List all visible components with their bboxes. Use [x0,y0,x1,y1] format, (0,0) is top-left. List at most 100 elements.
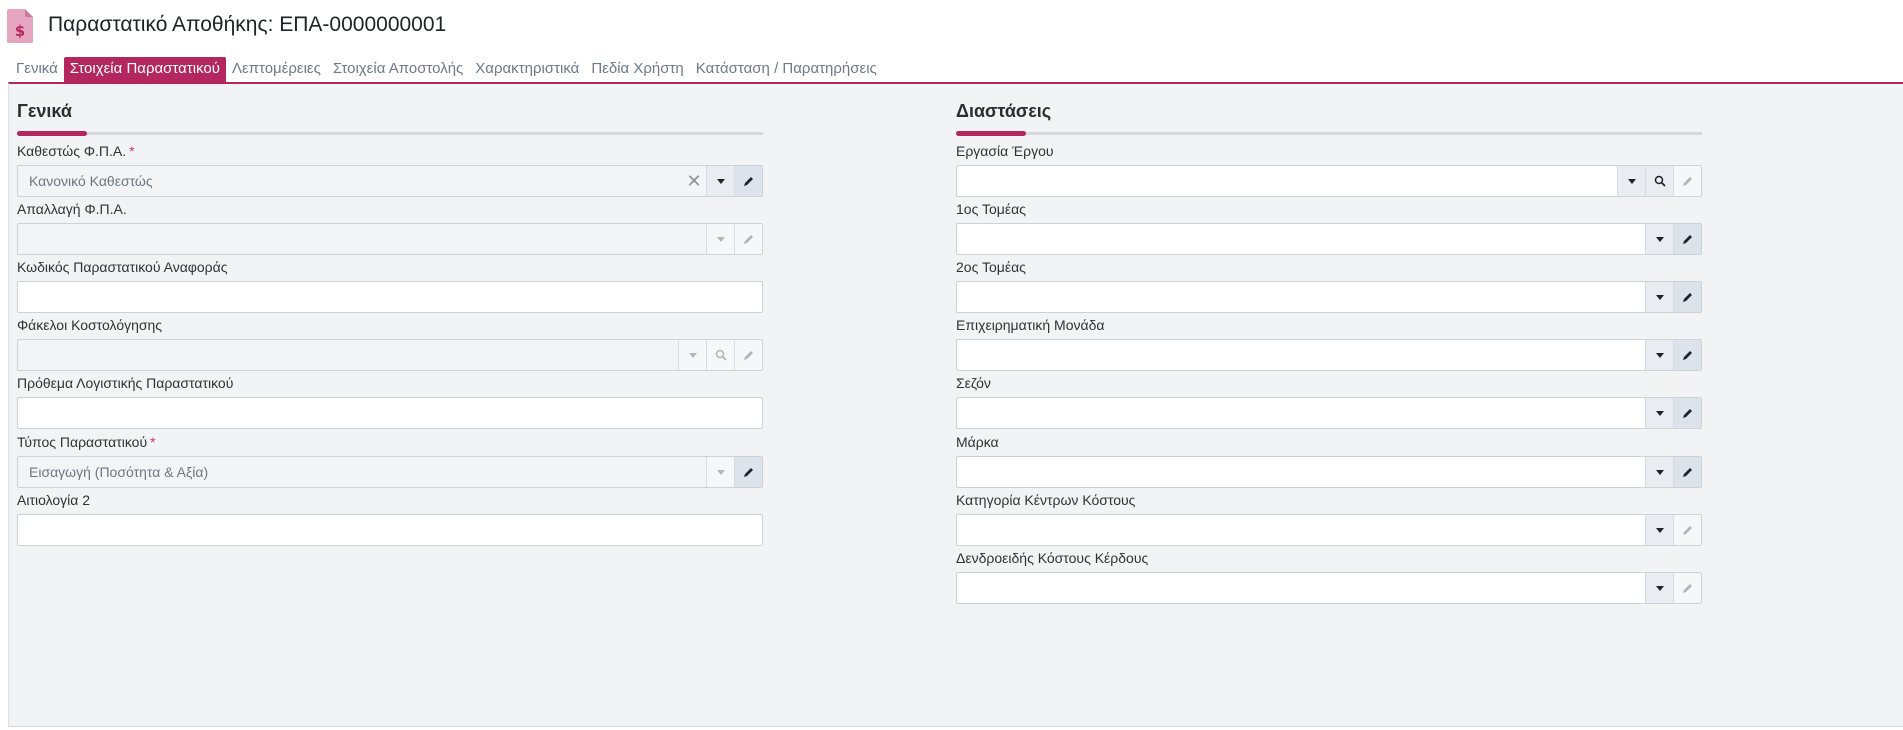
vat-exemption-select[interactable] [17,223,763,255]
form-panel: Γενικά Καθεστώς Φ.Π.Α. * Κανονικό Καθεστώ… [8,82,1903,727]
pencil-icon [743,468,753,477]
document-type-select[interactable]: Εισαγωγή (Ποσότητα & Αξία) [17,456,763,488]
dropdown-button[interactable] [706,457,734,487]
edit-button[interactable] [1673,282,1701,312]
dropdown-button[interactable] [706,166,734,196]
business-unit-field: Επιχειρηματική Μονάδα [956,317,1702,371]
project-task-select[interactable] [956,165,1702,197]
business-unit-select[interactable] [956,339,1702,371]
chevron-down-icon [1655,410,1664,416]
edit-button[interactable] [1673,166,1701,196]
chevron-down-icon [716,178,725,184]
vat-status-select[interactable]: Κανονικό Καθεστώς ✕ [17,165,763,197]
edit-button[interactable] [1673,515,1701,545]
dropdown-button[interactable] [1617,166,1645,196]
tab-general[interactable]: Γενικά [10,57,64,82]
tab-document-details[interactable]: Στοιχεία Παραστατικού [63,57,226,82]
pencil-icon [1682,177,1692,186]
edit-button[interactable] [1673,224,1701,254]
dropdown-button[interactable] [706,224,734,254]
tab-status-notes[interactable]: Κατάσταση / Παρατηρήσεις [690,57,883,82]
edit-button[interactable] [1673,398,1701,428]
dropdown-button[interactable] [1645,224,1673,254]
pencil-icon [1682,409,1692,418]
reason2-input[interactable] [17,514,763,546]
dimensions-section-title: Διαστάσεις [956,101,1052,121]
reference-code-field: Κωδικός Παραστατικού Αναφοράς [17,259,763,313]
profit-cost-tree-label: Δενδροειδής Κόστους Κέρδους [956,550,1149,566]
vat-status-value: Κανονικό Καθεστώς [29,173,153,189]
dropdown-button[interactable] [1645,573,1673,603]
document-type-label: Τύπος Παραστατικού [17,434,148,450]
page-header: $ Παραστατικό Αποθήκης: ΕΠΑ-0000000001 [0,0,1903,60]
pencil-icon [1682,584,1692,593]
dropdown-button[interactable] [1645,340,1673,370]
costing-folders-field: Φάκελοι Κοστολόγησης [17,317,763,371]
search-icon [715,349,727,361]
brand-field: Μάρκα [956,434,1702,488]
edit-button[interactable] [734,457,762,487]
pencil-icon [1682,526,1692,535]
dropdown-button[interactable] [1645,515,1673,545]
dropdown-button[interactable] [678,340,706,370]
section-divider [956,131,1702,136]
season-select[interactable] [956,397,1702,429]
chevron-down-icon [1627,178,1636,184]
edit-button[interactable] [1673,340,1701,370]
search-button[interactable] [1645,166,1673,196]
pencil-icon [1682,235,1692,244]
clear-icon[interactable]: ✕ [682,166,706,196]
chevron-down-icon [1655,585,1664,591]
sector2-field: 2ος Τομέας [956,259,1702,313]
chevron-down-icon [688,352,697,358]
reference-code-input[interactable] [17,281,763,313]
costing-folders-select[interactable] [17,339,763,371]
profit-cost-tree-select[interactable] [956,572,1702,604]
cost-center-category-select[interactable] [956,514,1702,546]
tab-bar: Γενικά Στοιχεία Παραστατικού Λεπτομέρειε… [10,57,883,82]
general-section-title: Γενικά [17,101,72,121]
vat-exemption-label: Απαλλαγή Φ.Π.Α. [17,201,127,217]
tab-shipping[interactable]: Στοιχεία Αποστολής [327,57,469,82]
pencil-icon [1682,293,1692,302]
sector2-label: 2ος Τομέας [956,259,1026,275]
page-title: Παραστατικό Αποθήκης: ΕΠΑ-0000000001 [48,13,447,36]
project-task-field: Εργασία Έργου [956,143,1702,197]
reason2-field: Αιτιολογία 2 [17,492,763,546]
tab-user-fields[interactable]: Πεδία Χρήστη [585,57,689,82]
invoice-dollar-icon: $ [7,9,33,43]
edit-button[interactable] [1673,457,1701,487]
required-marker: * [129,143,135,159]
chevron-down-icon [1655,527,1664,533]
tab-details[interactable]: Λεπτομέρειες [226,57,327,82]
brand-select[interactable] [956,456,1702,488]
season-label: Σεζόν [956,375,991,391]
edit-button[interactable] [734,224,762,254]
edit-button[interactable] [734,340,762,370]
edit-button[interactable] [734,166,762,196]
document-type-value: Εισαγωγή (Ποσότητα & Αξία) [29,464,209,480]
search-button[interactable] [706,340,734,370]
pencil-icon [1682,468,1692,477]
sector1-select[interactable] [956,223,1702,255]
edit-button[interactable] [1673,573,1701,603]
dropdown-button[interactable] [1645,282,1673,312]
chevron-down-icon [1655,352,1664,358]
tab-characteristics[interactable]: Χαρακτηριστικά [469,57,585,82]
vat-exemption-field: Απαλλαγή Φ.Π.Α. [17,201,763,255]
accounting-prefix-input[interactable] [17,397,763,429]
general-section: Γενικά Καθεστώς Φ.Π.Α. * Κανονικό Καθεστώ… [17,101,763,546]
sector2-select[interactable] [956,281,1702,313]
pencil-icon [743,235,753,244]
dropdown-button[interactable] [1645,398,1673,428]
vat-status-field: Καθεστώς Φ.Π.Α. * Κανονικό Καθεστώς ✕ [17,143,763,197]
chevron-down-icon [1655,294,1664,300]
section-divider [17,131,763,136]
chevron-down-icon [716,469,725,475]
pencil-icon [743,177,753,186]
cost-center-category-field: Κατηγορία Κέντρων Κόστους [956,492,1702,546]
dropdown-button[interactable] [1645,457,1673,487]
brand-label: Μάρκα [956,434,999,450]
sector1-field: 1ος Τομέας [956,201,1702,255]
dimensions-section: Διαστάσεις Εργασία Έργου 1ος Τομέας 2ος … [956,101,1702,604]
